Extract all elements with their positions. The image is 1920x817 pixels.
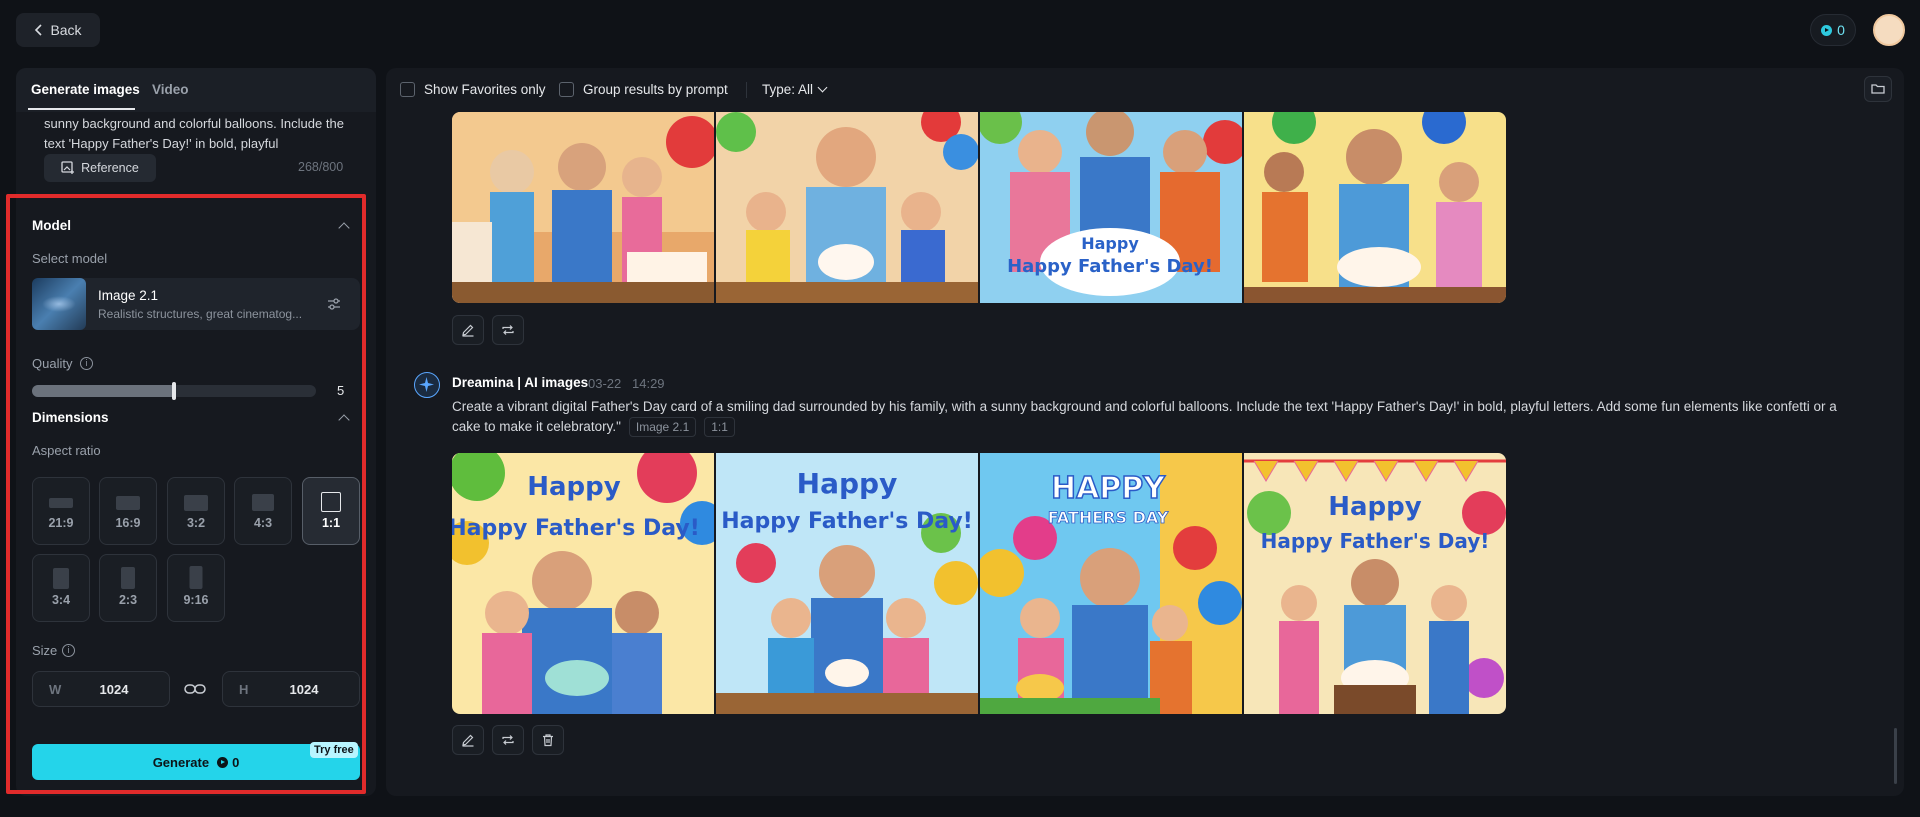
chevron-left-icon [35, 24, 43, 36]
image-add-icon [61, 161, 75, 174]
char-count: 268/800 [298, 160, 344, 174]
prompt-input[interactable]: sunny background and colorful balloons. … [44, 114, 344, 154]
regenerate-button[interactable] [492, 315, 524, 345]
credit-coin-icon [1821, 24, 1833, 36]
image-caption: Happy Father's Day! [452, 516, 700, 541]
favorites-checkbox[interactable] [400, 82, 415, 97]
results-toolbar: Show Favorites only Group results by pro… [386, 68, 1904, 112]
folder-icon [1871, 84, 1885, 94]
image-caption: FATHERS DAY [1048, 508, 1169, 527]
edit-button[interactable] [452, 315, 484, 345]
entry-time: 14:29 [632, 376, 665, 391]
pencil-icon [462, 734, 474, 747]
scrollbar[interactable] [1894, 728, 1897, 784]
repeat-icon [502, 735, 514, 745]
group-by-prompt-checkbox[interactable] [559, 82, 574, 97]
results-panel: Show Favorites only Group results by pro… [386, 68, 1904, 796]
generated-image[interactable] [1244, 112, 1506, 303]
avatar[interactable] [1873, 14, 1905, 46]
type-filter-dropdown[interactable]: Type: All [762, 82, 828, 97]
svg-text:Happy: Happy [527, 472, 621, 502]
dreamina-logo-icon [414, 372, 440, 398]
generated-image[interactable] [452, 112, 714, 303]
repeat-icon [502, 325, 514, 335]
image-caption: Happy Father's Day! [1261, 529, 1490, 553]
reference-label: Reference [81, 161, 139, 175]
entry-prompt: Create a vibrant digital Father's Day ca… [452, 397, 1852, 437]
reference-button[interactable]: Reference [44, 154, 156, 182]
generated-image[interactable] [716, 112, 978, 303]
chevron-down-icon [817, 82, 828, 93]
folder-button[interactable] [1864, 76, 1892, 102]
image-caption: HAPPY [1051, 471, 1166, 506]
pencil-icon [462, 324, 474, 337]
edit-button[interactable] [452, 725, 484, 755]
author-name: Dreamina | AI images [452, 375, 589, 390]
image-caption: Happy [1081, 234, 1139, 253]
trash-icon [543, 734, 553, 747]
entry-date: 03-22 [588, 376, 622, 391]
generated-image[interactable]: HAPPY FATHERS DAY [980, 453, 1242, 714]
regenerate-button[interactable] [492, 725, 524, 755]
image-caption: Happy Father's Day! [721, 509, 973, 534]
credits-count: 0 [1837, 22, 1845, 38]
credits-badge[interactable]: 0 [1810, 14, 1856, 46]
svg-text:Happy: Happy [1328, 492, 1422, 522]
generated-image[interactable]: Happy Happy Father's Day! [980, 112, 1242, 303]
favorites-label: Show Favorites only [424, 82, 546, 97]
generated-image[interactable]: Happy Happy Father's Day! [1244, 453, 1506, 714]
generated-image[interactable]: Happy Happy Father's Day! [716, 453, 978, 714]
tab-generate-images[interactable]: Generate images [31, 82, 140, 97]
delete-button[interactable] [532, 725, 564, 755]
group-by-prompt-label: Group results by prompt [583, 82, 728, 97]
back-label: Back [50, 22, 82, 38]
svg-text:Happy: Happy [797, 467, 898, 500]
tab-video[interactable]: Video [152, 82, 189, 97]
image-caption: Happy Father's Day! [1007, 256, 1213, 277]
ratio-tag: 1:1 [704, 417, 735, 437]
mode-tabs: Generate images Video [16, 68, 376, 112]
generated-image[interactable]: Happy Happy Father's Day! [452, 453, 714, 714]
active-tab-indicator [28, 108, 135, 110]
model-tag: Image 2.1 [628, 417, 697, 437]
highlight-box [6, 194, 366, 794]
back-button[interactable]: Back [16, 13, 100, 47]
